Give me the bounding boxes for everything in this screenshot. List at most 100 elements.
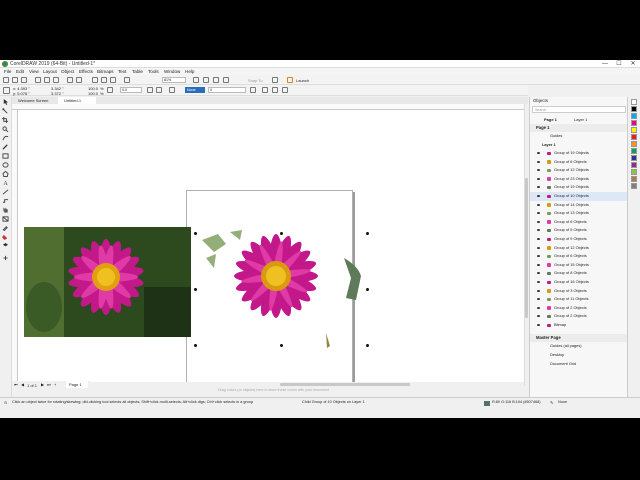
settings-icon[interactable] (272, 77, 278, 83)
zoom-level-field[interactable]: 81% (162, 77, 186, 83)
object-list-item[interactable]: Group of 12 Objects (530, 166, 628, 175)
full-screen-icon[interactable] (193, 77, 199, 83)
color-swatch[interactable] (631, 113, 637, 119)
object-list-item[interactable]: Group of 14 Objects (530, 201, 628, 210)
outline-style-dropdown[interactable]: None (185, 87, 205, 93)
visibility-eye-icon[interactable] (537, 212, 540, 215)
mirror-vertical-icon[interactable] (156, 87, 162, 93)
page-tab[interactable]: Page 1 (66, 381, 88, 388)
menu-object[interactable]: Object (61, 69, 74, 74)
object-list-item[interactable]: Group of 11 Objects (530, 295, 628, 304)
visibility-eye-icon[interactable] (537, 289, 540, 292)
visibility-eye-icon[interactable] (537, 195, 540, 197)
minimize-button[interactable]: — (598, 60, 612, 68)
object-list-item[interactable]: Group of 19 Objects (530, 149, 628, 158)
object-height-field[interactable]: 3.372 " (51, 91, 64, 96)
object-list-item[interactable]: Bitmap (530, 321, 628, 330)
page-selector[interactable]: Page 1 (544, 117, 557, 122)
visibility-eye-icon[interactable] (537, 306, 540, 309)
scale-height-field[interactable]: 100.0 (88, 91, 98, 96)
outline-width-dropdown[interactable]: 0 (208, 87, 246, 93)
object-list-item[interactable]: Group of 2 Objects (530, 304, 628, 313)
menu-text[interactable]: Text (118, 69, 126, 74)
color-swatch[interactable] (631, 127, 637, 133)
menu-window[interactable]: Window (164, 69, 180, 74)
ungroup-icon[interactable] (169, 87, 175, 93)
paste-icon[interactable] (53, 77, 59, 83)
maximize-button[interactable]: ☐ (612, 60, 626, 68)
rulers-icon[interactable] (203, 77, 209, 83)
open-icon[interactable] (12, 77, 18, 83)
to-back-icon[interactable] (282, 87, 288, 93)
object-list-item[interactable]: Group of 9 Objects (530, 235, 628, 244)
guides-node[interactable]: Guides (530, 132, 628, 141)
shape-tool-icon[interactable] (2, 108, 9, 114)
object-list-item[interactable]: Group of 6 Objects (530, 158, 628, 167)
color-swatch[interactable] (631, 155, 637, 161)
tab-welcome-screen[interactable]: Welcome Screen (12, 97, 56, 104)
color-swatch[interactable] (631, 99, 637, 105)
visibility-eye-icon[interactable] (537, 169, 540, 172)
search-content-icon[interactable] (92, 77, 98, 83)
color-swatch[interactable] (631, 120, 637, 126)
selection-handle[interactable] (280, 232, 283, 235)
guidelines-icon[interactable] (223, 77, 229, 83)
next-page-icon[interactable]: ▶ (41, 382, 44, 387)
save-icon[interactable] (21, 77, 27, 83)
connector-tool-icon[interactable] (2, 198, 9, 204)
layer-node[interactable]: Layer 1 (530, 141, 628, 150)
layer-selector[interactable]: Layer 1 (574, 117, 587, 122)
ellipse-tool-icon[interactable] (2, 162, 9, 168)
visibility-eye-icon[interactable] (537, 255, 540, 258)
transparency-tool-icon[interactable] (2, 216, 9, 222)
wrap-text-icon[interactable] (262, 87, 268, 93)
rotation-angle-field[interactable]: 0.0 (120, 87, 142, 93)
visibility-eye-icon[interactable] (537, 238, 540, 240)
object-list-item[interactable]: Group of 12 Objects (530, 244, 628, 253)
vertical-scroll-thumb[interactable] (525, 178, 528, 318)
reference-point-icon[interactable] (3, 87, 10, 94)
menu-effects[interactable]: Effects (79, 69, 93, 74)
menu-file[interactable]: File (4, 69, 11, 74)
docker-search-input[interactable]: Search (532, 106, 626, 113)
menu-tools[interactable]: Tools (148, 69, 159, 74)
rectangle-tool-icon[interactable] (2, 153, 9, 159)
snap-to-dropdown[interactable]: Snap To (248, 78, 263, 83)
selection-handle[interactable] (194, 232, 197, 235)
redo-icon[interactable] (76, 77, 82, 83)
object-list-item[interactable]: Group of 23 Objects (530, 175, 628, 184)
object-list-item[interactable]: Group of 5 Objects (530, 226, 628, 235)
cut-icon[interactable] (35, 77, 41, 83)
traced-flower-vector[interactable] (196, 228, 366, 353)
selection-handle[interactable] (366, 344, 369, 347)
visibility-eye-icon[interactable] (537, 220, 540, 223)
drop-shadow-tool-icon[interactable] (2, 207, 9, 213)
menu-bitmaps[interactable]: Bitmaps (97, 69, 114, 74)
interactive-fill-tool-icon[interactable] (2, 234, 9, 240)
copy-icon[interactable] (44, 77, 50, 83)
prev-page-icon[interactable]: ◀ (21, 382, 24, 387)
visibility-eye-icon[interactable] (537, 298, 540, 301)
menu-help[interactable]: Help (185, 69, 194, 74)
freehand-tool-icon[interactable] (2, 135, 9, 141)
object-list-item[interactable]: Group of 6 Objects (530, 218, 628, 227)
color-swatch[interactable] (631, 176, 637, 182)
master-page-node[interactable]: Master Page (530, 334, 628, 342)
horizontal-scroll-thumb[interactable] (280, 383, 410, 386)
export-icon[interactable] (110, 77, 116, 83)
flower-bitmap[interactable] (24, 227, 191, 337)
object-list-item[interactable]: Group of 16 Objects (530, 278, 628, 287)
color-swatch[interactable] (631, 106, 637, 112)
object-list-item[interactable]: Group of 3 Objects (530, 287, 628, 296)
color-swatch[interactable] (631, 148, 637, 154)
visibility-eye-icon[interactable] (537, 263, 540, 266)
visibility-eye-icon[interactable] (537, 246, 540, 249)
color-eyedropper-tool-icon[interactable] (2, 225, 9, 231)
guides-all-pages-node[interactable]: Guides (all pages) (530, 342, 628, 351)
add-page-icon[interactable]: + (54, 382, 56, 387)
object-list-item[interactable]: Group of 13 Objects (530, 209, 628, 218)
launch-dropdown[interactable]: Launch (296, 78, 309, 83)
undo-icon[interactable] (67, 77, 73, 83)
object-list-item[interactable]: Group of 10 Objects (530, 192, 628, 201)
line-style-icon[interactable] (250, 87, 256, 93)
